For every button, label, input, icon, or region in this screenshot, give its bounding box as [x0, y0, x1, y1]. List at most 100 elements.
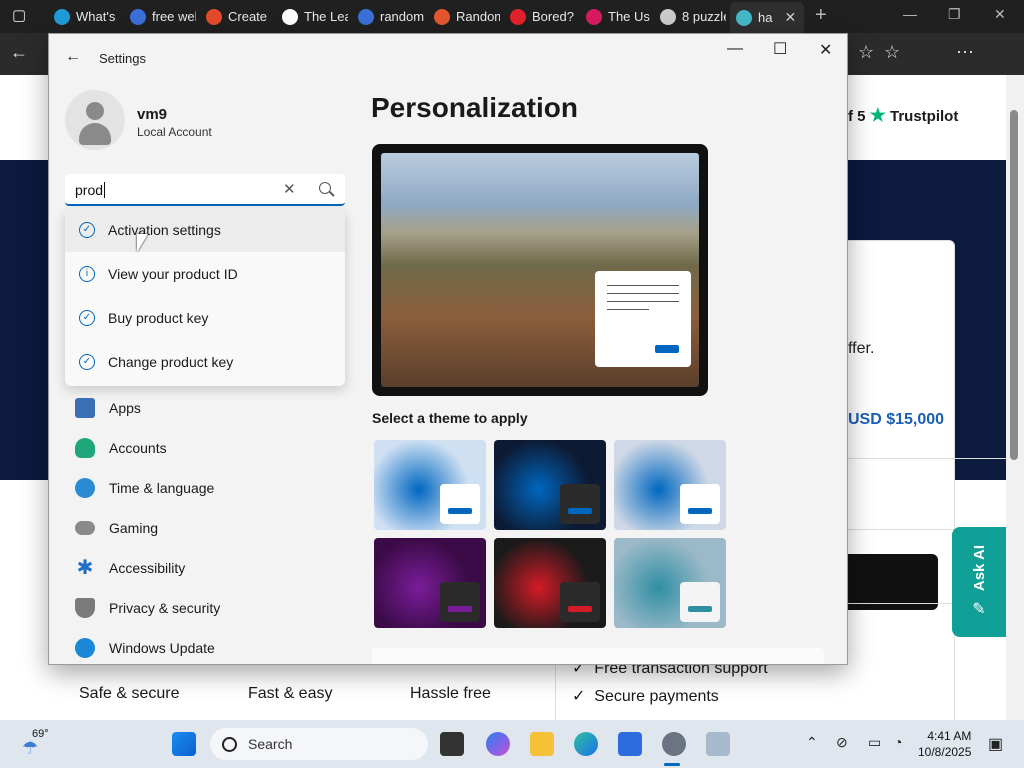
theme-flow[interactable] — [494, 538, 606, 628]
suggestion-view-product-id[interactable]: i View your product ID — [65, 252, 345, 296]
browser-tab[interactable]: Bored? — [504, 4, 576, 29]
check-icon: ✓ — [572, 688, 586, 705]
avatar-head — [86, 102, 104, 120]
sidebar-item-time-language[interactable]: Time & language — [65, 470, 345, 506]
browser-tab[interactable]: Random — [428, 4, 500, 29]
tab-label: The Use — [608, 9, 650, 24]
browser-tab[interactable]: free wel — [124, 4, 196, 29]
browser-maximize-button[interactable]: ❐ — [948, 6, 961, 23]
tab-label: Create — [228, 9, 268, 24]
browser-tab[interactable]: 8 puzzle — [654, 4, 726, 29]
display-icon[interactable]: ▭ — [868, 734, 881, 751]
tab-label: random — [380, 9, 424, 24]
notification-icon[interactable]: ▣ — [988, 734, 1003, 754]
chevron-up-icon[interactable]: ⌃ — [806, 734, 818, 751]
check-circle-icon: ✓ — [79, 222, 95, 238]
tab-label: Bored? — [532, 9, 574, 24]
browser-minimize-button[interactable]: — — [903, 6, 917, 22]
theme-windows-dark[interactable] — [494, 440, 606, 530]
trustpilot-rating[interactable]: f 5 ★ Trustpilot — [848, 105, 958, 126]
theme-sunrise[interactable] — [614, 538, 726, 628]
preview-line — [607, 285, 679, 286]
user-avatar[interactable] — [65, 90, 125, 150]
start-icon[interactable] — [172, 732, 196, 756]
back-arrow-icon[interactable]: ← — [65, 48, 81, 66]
favorite-icon[interactable]: ☆ — [858, 42, 874, 63]
window-title: Settings — [99, 51, 146, 66]
tab-favicon-icon — [736, 9, 752, 26]
globe-clock-icon — [75, 478, 95, 498]
sidebar-item-apps[interactable]: Apps — [65, 390, 345, 426]
buy-button[interactable] — [848, 554, 938, 610]
tab-close-icon[interactable]: ✕ — [784, 9, 796, 26]
sidebar-item-accounts[interactable]: Accounts — [65, 430, 345, 466]
store-icon[interactable] — [618, 732, 642, 756]
suggestion-buy-product-key[interactable]: ✓ Buy product key — [65, 296, 345, 340]
sidebar-item-label: Accessibility — [109, 560, 186, 576]
umbrella-icon[interactable]: ☂ — [22, 738, 38, 759]
volume-icon[interactable]: ◔ — [894, 734, 902, 750]
new-tab-button[interactable]: + — [815, 4, 827, 27]
sidebar-item-privacy-security[interactable]: Privacy & security — [65, 590, 345, 626]
check-item: ✓ Secure payments — [572, 686, 719, 706]
trustpilot-star-icon: ★ — [869, 105, 886, 125]
search-icon[interactable] — [319, 182, 331, 194]
ask-ai-label: Ask AI — [970, 544, 988, 592]
tab-label: What's — [76, 9, 116, 24]
copilot-taskbar-icon[interactable] — [486, 732, 510, 756]
preview-window — [595, 271, 691, 367]
taskbar-search[interactable]: Search — [210, 728, 428, 760]
sidebar-item-accessibility[interactable]: ✱ Accessibility — [65, 550, 345, 586]
settings-gear-icon[interactable] — [662, 732, 686, 756]
check-circle-icon: ✓ — [79, 354, 95, 370]
browser-tab[interactable]: What's — [48, 4, 120, 29]
theme-windows-light[interactable] — [374, 440, 486, 530]
suggestion-label: View your product ID — [108, 266, 238, 282]
tab-favicon-icon — [54, 8, 70, 25]
browser-tab[interactable]: Create — [200, 4, 272, 29]
ask-ai-button[interactable]: Ask AI ✎ — [952, 527, 1006, 637]
close-button[interactable]: ✕ — [819, 40, 832, 60]
more-options-icon[interactable]: ⋯ — [956, 42, 974, 63]
theme-glow[interactable] — [614, 440, 726, 530]
accounts-icon — [75, 438, 95, 458]
theme-captured-motion[interactable] — [374, 538, 486, 628]
tab-actions-icon[interactable]: ▢ — [12, 6, 26, 24]
wallpaper-preview-image — [381, 153, 699, 387]
sidebar-item-windows-update[interactable]: Windows Update — [65, 630, 345, 664]
temperature[interactable]: 69° — [32, 728, 49, 740]
feature-item: Hassle free — [410, 685, 491, 702]
time-text: 4:41 AM — [927, 729, 972, 743]
clock[interactable]: 4:41 AM 10/8/2025 — [918, 728, 971, 760]
task-view-icon[interactable] — [440, 732, 464, 756]
snipping-tool-icon[interactable] — [706, 732, 730, 756]
settings-search-input[interactable]: prod ✕ — [65, 174, 345, 206]
browser-tab[interactable]: The Use — [580, 4, 650, 29]
tab-favicon-icon — [434, 8, 450, 25]
browser-close-button[interactable]: ✕ — [994, 6, 1006, 23]
edge-icon[interactable] — [574, 732, 598, 756]
sidebar-item-gaming[interactable]: Gaming — [65, 510, 345, 546]
info-icon: i — [79, 266, 95, 282]
maximize-button[interactable]: ☐ — [773, 39, 787, 59]
suggestion-change-product-key[interactable]: ✓ Change product key — [65, 340, 345, 384]
clear-icon[interactable]: ✕ — [283, 180, 296, 198]
file-explorer-icon[interactable] — [530, 732, 554, 756]
browser-tab[interactable]: The Lea — [276, 4, 348, 29]
suggestion-label: Change product key — [108, 354, 234, 370]
active-app-indicator — [664, 763, 680, 766]
favorites-icon[interactable]: ☆ — [884, 42, 900, 63]
tab-label: The Lea — [304, 9, 348, 24]
minimize-button[interactable]: — — [727, 40, 743, 58]
sidebar-item-label: Windows Update — [109, 640, 215, 656]
browser-tab[interactable]: ha ✕ — [730, 2, 804, 33]
tab-favicon-icon — [510, 8, 526, 25]
account-type: Local Account — [137, 125, 212, 139]
network-icon[interactable]: ⊘ — [836, 734, 848, 751]
preview-line — [607, 293, 679, 294]
browser-tab[interactable]: random — [352, 4, 424, 29]
page-scrollbar-thumb[interactable] — [1010, 110, 1018, 460]
back-icon[interactable]: ← — [10, 42, 28, 63]
suggestion-activation-settings[interactable]: ✓ Activation settings — [65, 208, 345, 252]
tab-favicon-icon — [282, 8, 298, 25]
